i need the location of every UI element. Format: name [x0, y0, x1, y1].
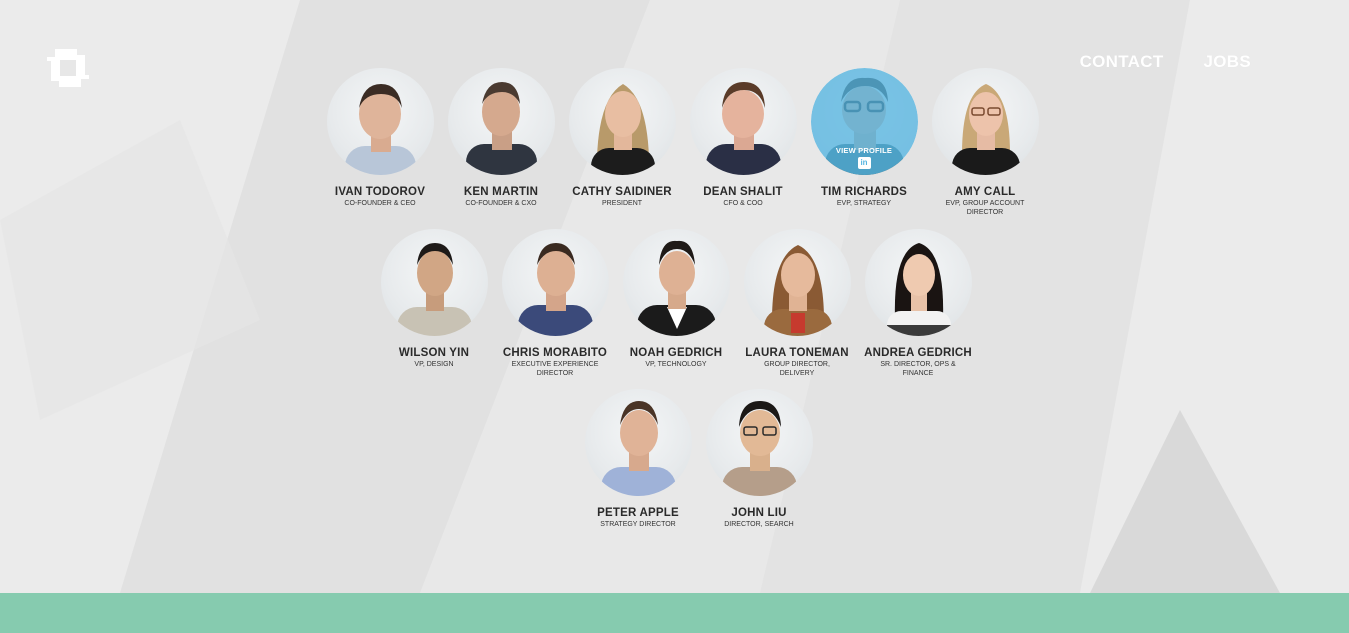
avatar[interactable]	[689, 68, 797, 175]
avatar[interactable]	[501, 229, 609, 336]
member-name: WILSON YIN	[398, 347, 470, 359]
member-name: AMY CALL	[954, 186, 1016, 198]
team-member[interactable]: CHRIS MORABITO EXECUTIVE EXPERIENCE DIRE…	[495, 229, 615, 378]
avatar[interactable]	[743, 229, 851, 336]
member-role: CO-FOUNDER & CEO	[344, 200, 416, 207]
team-member[interactable]: KEN MARTIN CO-FOUNDER & CXO	[441, 68, 561, 208]
team-member[interactable]: LAURA TONEMAN GROUP DIRECTOR, DELIVERY	[737, 229, 857, 378]
member-role: VP, TECHNOLOGY	[645, 361, 707, 368]
member-name: PETER APPLE	[597, 507, 679, 519]
avatar[interactable]	[931, 68, 1039, 175]
team-member[interactable]: VIEW PROFILE in TIM RICHARDS EVP, STRATE…	[804, 68, 924, 208]
avatar[interactable]	[584, 389, 692, 496]
member-name: KEN MARTIN	[463, 186, 539, 198]
avatar[interactable]	[326, 68, 434, 175]
team-member[interactable]: IVAN TODOROV CO-FOUNDER & CEO	[320, 68, 440, 208]
member-name: TIM RICHARDS	[820, 186, 908, 198]
avatar[interactable]: VIEW PROFILE in	[810, 68, 918, 175]
team-member[interactable]: DEAN SHALIT CFO & COO	[683, 68, 803, 208]
team-member[interactable]: CATHY SAIDINER PRESIDENT	[562, 68, 682, 208]
member-name: JOHN LIU	[731, 507, 787, 519]
team-grid: IVAN TODOROV CO-FOUNDER & CEO KEN MARTIN…	[0, 0, 1349, 593]
member-role: VP, DESIGN	[414, 361, 454, 368]
team-member[interactable]: AMY CALL EVP, GROUP ACCOUNT DIRECTOR	[925, 68, 1045, 217]
member-name: ANDREA GEDRICH	[864, 347, 972, 359]
member-role: CFO & COO	[723, 200, 763, 207]
avatar[interactable]	[622, 229, 730, 336]
avatar[interactable]	[568, 68, 676, 175]
team-member[interactable]: ANDREA GEDRICH SR. DIRECTOR, OPS & FINAN…	[858, 229, 978, 378]
member-role: EVP, STRATEGY	[836, 200, 892, 207]
avatar[interactable]	[447, 68, 555, 175]
team-member[interactable]: WILSON YIN VP, DESIGN	[374, 229, 494, 369]
member-name: CATHY SAIDINER	[572, 186, 672, 198]
member-role: SR. DIRECTOR, OPS & FINANCE	[880, 361, 956, 377]
member-role: EVP, GROUP ACCOUNT DIRECTOR	[945, 200, 1025, 216]
footer-band	[0, 593, 1349, 633]
avatar[interactable]	[864, 229, 972, 336]
member-name: NOAH GEDRICH	[629, 347, 723, 359]
member-name: LAURA TONEMAN	[745, 347, 849, 359]
member-role: CO-FOUNDER & CXO	[465, 200, 537, 207]
avatar[interactable]	[705, 389, 813, 496]
team-member[interactable]: PETER APPLE STRATEGY DIRECTOR	[578, 389, 698, 529]
member-name: CHRIS MORABITO	[502, 347, 608, 359]
member-name: IVAN TODOROV	[334, 186, 426, 198]
team-member[interactable]: NOAH GEDRICH VP, TECHNOLOGY	[616, 229, 736, 369]
member-role: GROUP DIRECTOR, DELIVERY	[764, 361, 830, 377]
member-name: DEAN SHALIT	[703, 186, 783, 198]
linkedin-icon[interactable]: in	[857, 157, 871, 169]
view-profile-label[interactable]: VIEW PROFILE	[811, 146, 918, 155]
member-role: EXECUTIVE EXPERIENCE DIRECTOR	[511, 361, 599, 377]
team-member[interactable]: JOHN LIU DIRECTOR, SEARCH	[699, 389, 819, 529]
avatar[interactable]	[380, 229, 488, 336]
member-role: DIRECTOR, SEARCH	[724, 521, 794, 528]
member-role: STRATEGY DIRECTOR	[600, 521, 676, 528]
member-role: PRESIDENT	[601, 200, 643, 207]
